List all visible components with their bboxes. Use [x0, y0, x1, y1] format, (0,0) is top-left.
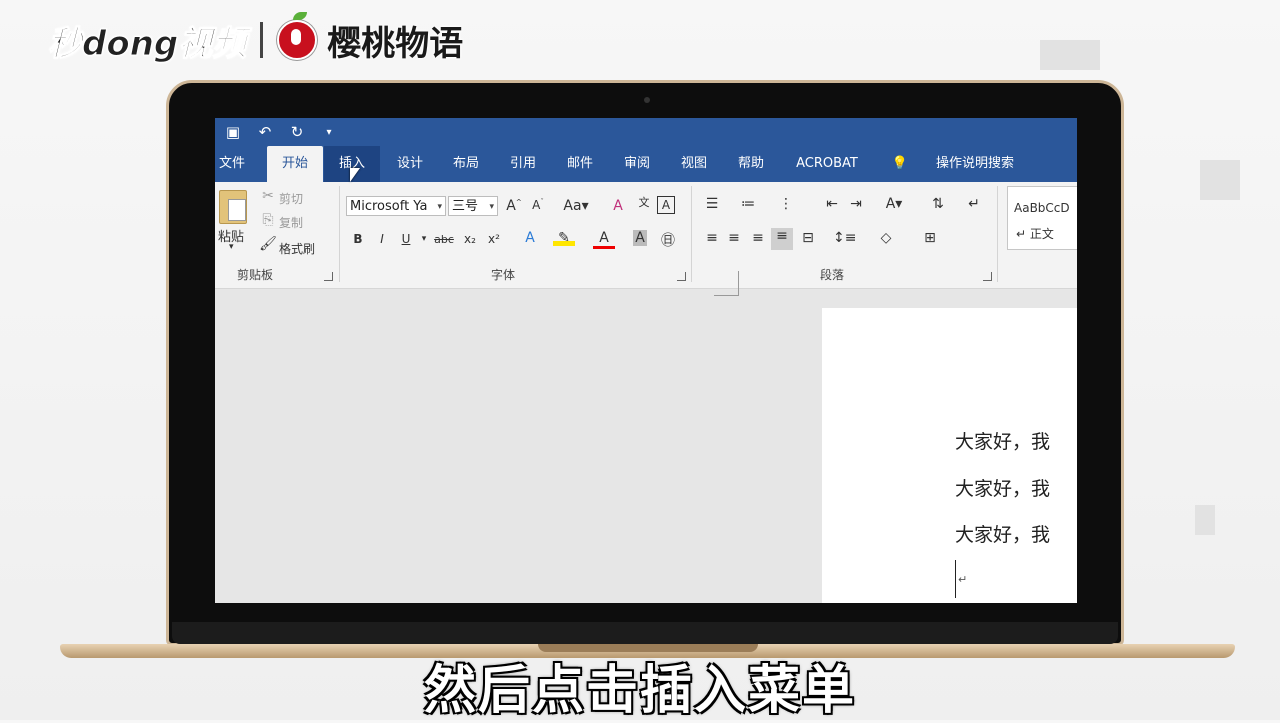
paragraph-launcher-icon[interactable] — [983, 272, 992, 281]
style-preview: AaBbCcD — [1014, 201, 1070, 215]
bg-decoration — [1040, 40, 1100, 70]
tab-references[interactable]: 引用 — [495, 146, 551, 182]
lightbulb-icon[interactable]: 💡 — [887, 146, 913, 182]
strikethrough-icon[interactable]: abc — [433, 233, 455, 246]
webcam-icon — [644, 97, 650, 103]
font-name-value: Microsoft Ya — [350, 199, 428, 214]
character-shading-icon[interactable]: A — [633, 230, 647, 246]
increase-indent-icon[interactable]: ⇥ — [845, 196, 867, 212]
group-separator — [997, 186, 998, 282]
multilevel-list-icon[interactable]: ⋮ — [775, 196, 797, 212]
redo-icon[interactable]: ↻ — [287, 123, 307, 141]
chevron-down-icon: ▾ — [437, 202, 442, 212]
highlight-color-icon[interactable]: ✎ — [553, 230, 575, 246]
tab-mailings[interactable]: 邮件 — [552, 146, 608, 182]
watermark-separator — [260, 22, 264, 58]
mouse-cursor-icon — [350, 168, 360, 182]
margin-corner-mark — [714, 271, 739, 296]
font-size-combo[interactable]: 三号 ▾ — [448, 196, 498, 216]
undo-icon[interactable]: ↶ — [255, 123, 275, 141]
group-separator — [339, 186, 340, 282]
watermark-brand-1: 秒dong视频 — [47, 23, 247, 64]
align-left-icon[interactable]: ≡ — [701, 230, 723, 246]
borders-icon[interactable]: ⊞ — [919, 230, 941, 246]
show-hide-marks-icon[interactable]: ↵ — [963, 196, 985, 212]
asian-layout-icon[interactable]: A▾ — [883, 196, 905, 212]
paste-icon[interactable] — [219, 190, 247, 224]
format-painter-button[interactable]: 格式刷 — [279, 240, 315, 257]
grow-font-icon[interactable]: A^ — [503, 198, 525, 214]
text-effects-icon[interactable]: A — [519, 230, 541, 246]
bullets-icon[interactable]: ☰ — [701, 196, 723, 212]
watermark: 秒dong视频 樱桃物语 — [47, 10, 464, 70]
cut-button[interactable]: 剪切 — [279, 190, 303, 207]
cherry-logo-icon — [277, 12, 318, 60]
tab-acrobat[interactable]: ACROBAT — [785, 146, 869, 182]
quick-access-toolbar: ▣ ↶ ↻ ▾ — [215, 118, 1077, 146]
align-right-icon[interactable]: ≡ — [747, 230, 769, 246]
justify-icon[interactable]: ≡ — [771, 228, 793, 250]
font-launcher-icon[interactable] — [677, 272, 686, 281]
paste-dropdown-icon[interactable]: ▾ — [229, 242, 234, 252]
copy-icon: ⎘ — [262, 212, 274, 228]
font-group-label: 字体 — [491, 268, 516, 282]
watermark-brand-2: 樱桃物语 — [327, 23, 464, 64]
change-case-icon[interactable]: Aa▾ — [561, 198, 591, 214]
font-name-combo[interactable]: Microsoft Ya ▾ — [346, 196, 446, 216]
decrease-indent-icon[interactable]: ⇤ — [821, 196, 843, 212]
sort-icon[interactable]: ⇅ — [927, 196, 949, 212]
tab-design[interactable]: 设计 — [382, 146, 438, 182]
underline-dropdown-icon[interactable]: ▾ — [413, 234, 435, 244]
phonetic-guide-icon[interactable]: 文 — [633, 194, 655, 210]
group-separator — [691, 186, 692, 282]
tab-file[interactable]: 文件 — [215, 146, 249, 182]
document-line-2: 大家好，我 — [955, 478, 1051, 500]
style-normal[interactable]: ↵ 正文 — [1016, 225, 1054, 242]
align-center-icon[interactable]: ≡ — [723, 230, 745, 246]
clear-formatting-icon[interactable]: A — [607, 198, 629, 214]
italic-icon[interactable]: I — [371, 232, 393, 246]
chevron-down-icon: ▾ — [489, 202, 494, 212]
bg-decoration — [1195, 505, 1215, 535]
ribbon-home: 粘贴 ▾ ✂ 剪切 ⎘ 复制 🖌 格式刷 剪贴板 Microsoft Ya ▾ 三… — [215, 182, 1077, 289]
line-spacing-icon[interactable]: ↕≡ — [833, 230, 856, 246]
shrink-font-icon[interactable]: Aˇ — [527, 198, 549, 212]
video-subtitle: 然后点击插入菜单 — [423, 661, 856, 721]
bold-icon[interactable]: B — [347, 232, 369, 246]
tab-view[interactable]: 视图 — [666, 146, 722, 182]
font-size-value: 三号 — [452, 199, 479, 214]
tab-layout[interactable]: 布局 — [438, 146, 494, 182]
scissors-icon: ✂ — [262, 188, 274, 204]
tell-me-search[interactable]: 操作说明搜索 — [915, 146, 1035, 182]
copy-button[interactable]: 复制 — [279, 214, 303, 231]
subscript-icon[interactable]: x₂ — [459, 232, 481, 246]
distributed-icon[interactable]: ⊟ — [797, 230, 819, 246]
superscript-icon[interactable]: x² — [483, 232, 505, 246]
document-line-1: 大家好，我 — [955, 431, 1051, 453]
document-line-3: 大家好，我 — [955, 524, 1051, 546]
paragraph-group-label: 段落 — [820, 268, 845, 282]
customize-qat-icon[interactable]: ▾ — [319, 127, 339, 138]
text-caret — [955, 560, 956, 598]
paragraph-mark: ↵ — [958, 573, 968, 586]
enclose-characters-icon[interactable]: ㊐ — [657, 230, 679, 250]
clipboard-group-label: 剪贴板 — [237, 268, 274, 282]
font-color-icon[interactable]: A — [593, 230, 615, 249]
format-painter-icon: 🖌 — [259, 236, 277, 252]
word-window: ▣ ↶ ↻ ▾ 文件 开始 插入 设计 布局 引用 邮件 审阅 视图 帮助 AC… — [215, 118, 1077, 603]
document-page[interactable] — [822, 308, 1077, 603]
laptop-chin — [172, 622, 1118, 644]
shading-icon[interactable]: ◇ — [875, 230, 897, 246]
tab-home[interactable]: 开始 — [267, 146, 323, 182]
character-border-icon[interactable]: A — [657, 196, 675, 214]
clipboard-launcher-icon[interactable] — [324, 272, 333, 281]
styles-gallery[interactable]: AaBbCcD ↵ 正文 — [1007, 186, 1077, 250]
bg-decoration — [1200, 160, 1240, 200]
ribbon-tabs: 文件 开始 插入 设计 布局 引用 邮件 审阅 视图 帮助 ACROBAT 💡 … — [215, 146, 1077, 182]
tab-help[interactable]: 帮助 — [723, 146, 779, 182]
tab-review[interactable]: 审阅 — [609, 146, 665, 182]
save-icon[interactable]: ▣ — [223, 123, 243, 141]
numbering-icon[interactable]: ≔ — [737, 196, 759, 212]
